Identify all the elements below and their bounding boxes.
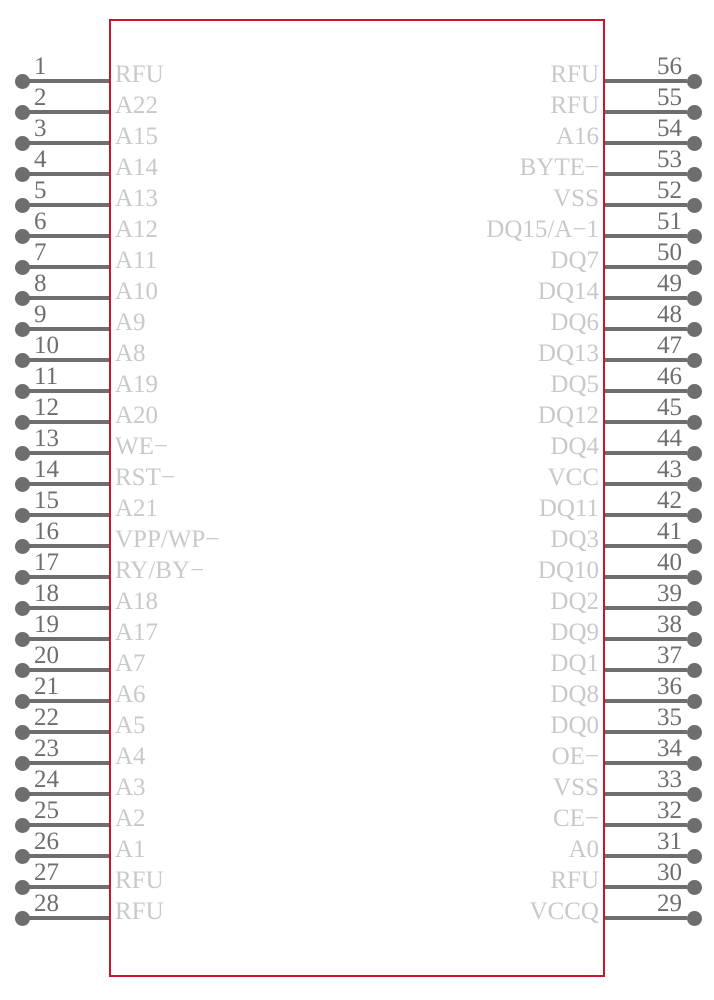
pin-terminal-dot[interactable] (686, 538, 702, 554)
pin-name: A0 (568, 836, 599, 863)
pin-name: OE− (551, 743, 599, 770)
pin-terminal-dot[interactable] (686, 228, 702, 244)
pin-name: DQ2 (550, 588, 599, 615)
pin-name: DQ14 (537, 278, 599, 305)
pin-name: DQ1 (550, 650, 599, 677)
pin-name: DQ11 (538, 495, 599, 522)
pin-name: DQ7 (550, 247, 599, 274)
pin-terminal-dot[interactable] (686, 724, 702, 740)
pin-terminal-dot[interactable] (686, 414, 702, 430)
pin-terminal-dot[interactable] (686, 569, 702, 585)
pin-terminal-dot[interactable] (686, 352, 702, 368)
pin-name: DQ3 (550, 526, 599, 553)
pin-name: DQ4 (550, 433, 599, 460)
pin-diagram-canvas: 1 RFU 2 A22 3 A15 4 A14 5 A13 6 A12 7 A11 8 A10 9 A9 10 A8 1… (0, 0, 714, 1000)
pin-name: DQ9 (550, 619, 599, 646)
pin-terminal-dot[interactable] (686, 910, 702, 926)
pin-terminal-dot[interactable] (686, 755, 702, 771)
pin-terminal-dot[interactable] (686, 290, 702, 306)
pin-terminal-dot[interactable] (686, 693, 702, 709)
pin-terminal-dot[interactable] (686, 321, 702, 337)
pin-name: A16 (555, 123, 599, 150)
pin-terminal-dot[interactable] (686, 197, 702, 213)
pin-terminal-dot[interactable] (686, 135, 702, 151)
pin-terminal-dot[interactable] (686, 259, 702, 275)
pin-name: DQ5 (550, 371, 599, 398)
pin-terminal-dot[interactable] (686, 383, 702, 399)
pin-name: DQ15/A−1 (486, 216, 599, 243)
pin-terminal-dot[interactable] (686, 848, 702, 864)
pin-name: DQ12 (537, 402, 599, 429)
pin-terminal-dot[interactable] (686, 662, 702, 678)
pin-terminal-dot[interactable] (686, 879, 702, 895)
pin-name: RFU (550, 61, 599, 88)
pin-terminal-dot[interactable] (686, 600, 702, 616)
pin-terminal-dot[interactable] (686, 104, 702, 120)
pin-terminal-dot[interactable] (686, 507, 702, 523)
pin-name: VCC (547, 464, 599, 491)
pin-terminal-dot[interactable] (686, 445, 702, 461)
pin-terminal-dot[interactable] (686, 817, 702, 833)
pin-name: RFU (550, 92, 599, 119)
pin-terminal-dot[interactable] (686, 476, 702, 492)
pin-name: VSS (553, 774, 599, 801)
pin-name: DQ0 (550, 712, 599, 739)
pin-terminal-dot[interactable] (686, 786, 702, 802)
pin-name: BYTE− (519, 154, 599, 181)
pin-terminal-dot[interactable] (686, 166, 702, 182)
pin-name: DQ6 (550, 309, 599, 336)
pin-name: DQ13 (537, 340, 599, 367)
pin-name: VSS (553, 185, 599, 212)
pin-name: RFU (550, 867, 599, 894)
pin-terminal-dot[interactable] (686, 73, 702, 89)
pin-name: CE− (552, 805, 599, 832)
pin-terminal-dot[interactable] (686, 631, 702, 647)
pin-name: DQ8 (550, 681, 599, 708)
pin-name: DQ10 (537, 557, 599, 584)
pin-name: VCCQ (529, 898, 599, 925)
